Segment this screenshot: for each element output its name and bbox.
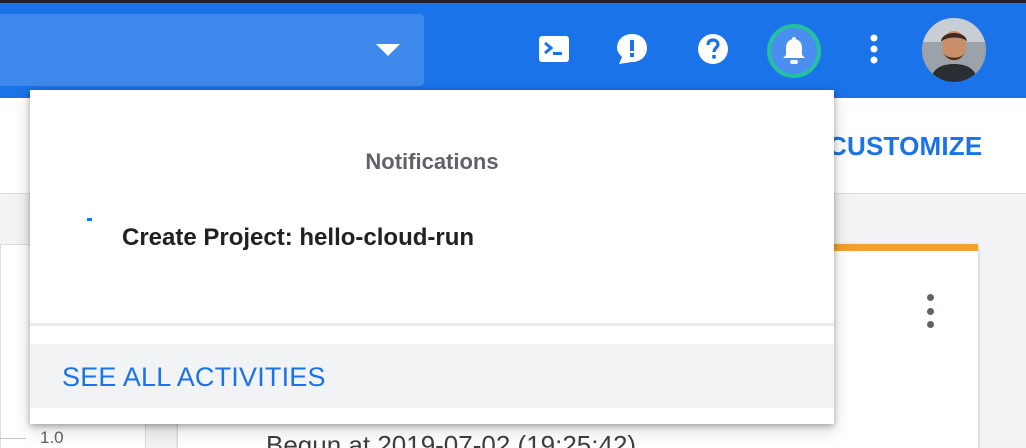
help-icon[interactable] bbox=[695, 31, 731, 67]
see-all-activities-label: SEE ALL ACTIVITIES bbox=[62, 362, 326, 392]
see-all-activities-button[interactable]: SEE ALL ACTIVITIES bbox=[30, 344, 834, 408]
more-vert-icon[interactable] bbox=[856, 31, 892, 67]
card-more-vert-icon[interactable] bbox=[920, 294, 940, 328]
notifications-bell-icon bbox=[783, 37, 805, 64]
feedback-icon[interactable] bbox=[614, 31, 650, 67]
notification-item[interactable]: Create Project: hello-cloud-run bbox=[122, 224, 474, 252]
project-selector[interactable] bbox=[0, 14, 424, 86]
divider bbox=[30, 323, 834, 326]
notifications-title: Notifications bbox=[365, 149, 499, 174]
axis-tick-label: 1.0 bbox=[40, 428, 64, 447]
progress-spinner-icon bbox=[87, 218, 92, 221]
activity-timestamp: Begun at 2019-07-02 (19:25:42) bbox=[266, 430, 637, 448]
axis-tick-line bbox=[0, 438, 26, 439]
notifications-button[interactable] bbox=[767, 24, 821, 78]
user-avatar[interactable] bbox=[922, 18, 986, 82]
cloud-shell-icon[interactable] bbox=[536, 31, 572, 67]
caret-down-icon[interactable] bbox=[376, 44, 400, 56]
top-app-bar bbox=[0, 0, 1026, 98]
customize-button[interactable]: CUSTOMIZE bbox=[828, 131, 982, 162]
notifications-panel: Notifications Create Project: hello-clou… bbox=[30, 90, 834, 424]
top-edge-line bbox=[0, 0, 1026, 3]
